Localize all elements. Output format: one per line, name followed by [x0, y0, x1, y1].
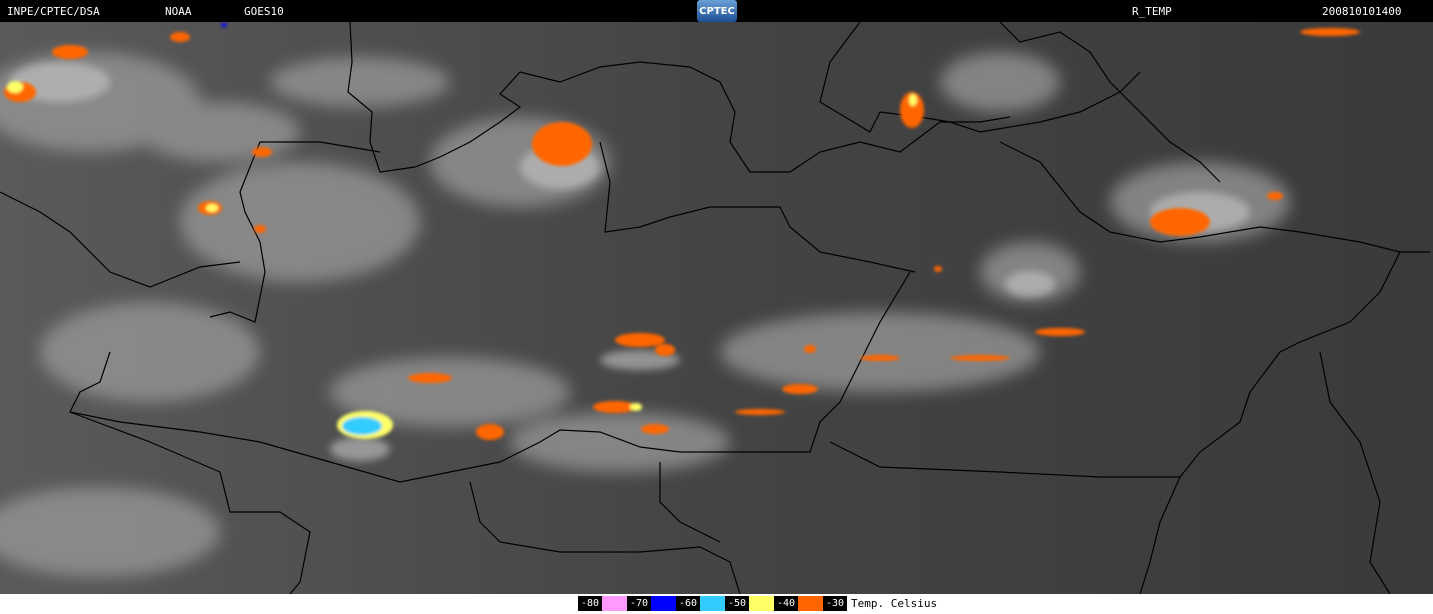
legend-label-30: -30 [823, 596, 847, 611]
satellite-label: GOES10 [244, 5, 284, 18]
legend-label-50: -50 [725, 596, 749, 611]
satellite-image [0, 22, 1433, 594]
legend-swatch-60 [700, 596, 725, 611]
legend-label-70: -70 [627, 596, 651, 611]
timestamp-label: 200810101400 [1322, 5, 1402, 18]
header-bar: INPE/CPTEC/DSA NOAA GOES10 CPTEC R_TEMP … [0, 0, 1433, 22]
legend-label-60: -60 [676, 596, 700, 611]
legend-label-40: -40 [774, 596, 798, 611]
cptec-logo: CPTEC [697, 0, 737, 22]
product-label: R_TEMP [1132, 5, 1172, 18]
legend-swatch-70 [651, 596, 676, 611]
agency-label: INPE/CPTEC/DSA [7, 5, 100, 18]
legend-label-80: -80 [578, 596, 602, 611]
provider-label: NOAA [165, 5, 192, 18]
legend-swatch-80 [602, 596, 627, 611]
legend-unit: Temp. Celsius [851, 597, 938, 610]
temperature-legend: -80 -70 -60 -50 -40 -30 Temp. Celsius [578, 596, 937, 611]
legend-swatch-50 [749, 596, 774, 611]
legend-swatch-40 [798, 596, 823, 611]
